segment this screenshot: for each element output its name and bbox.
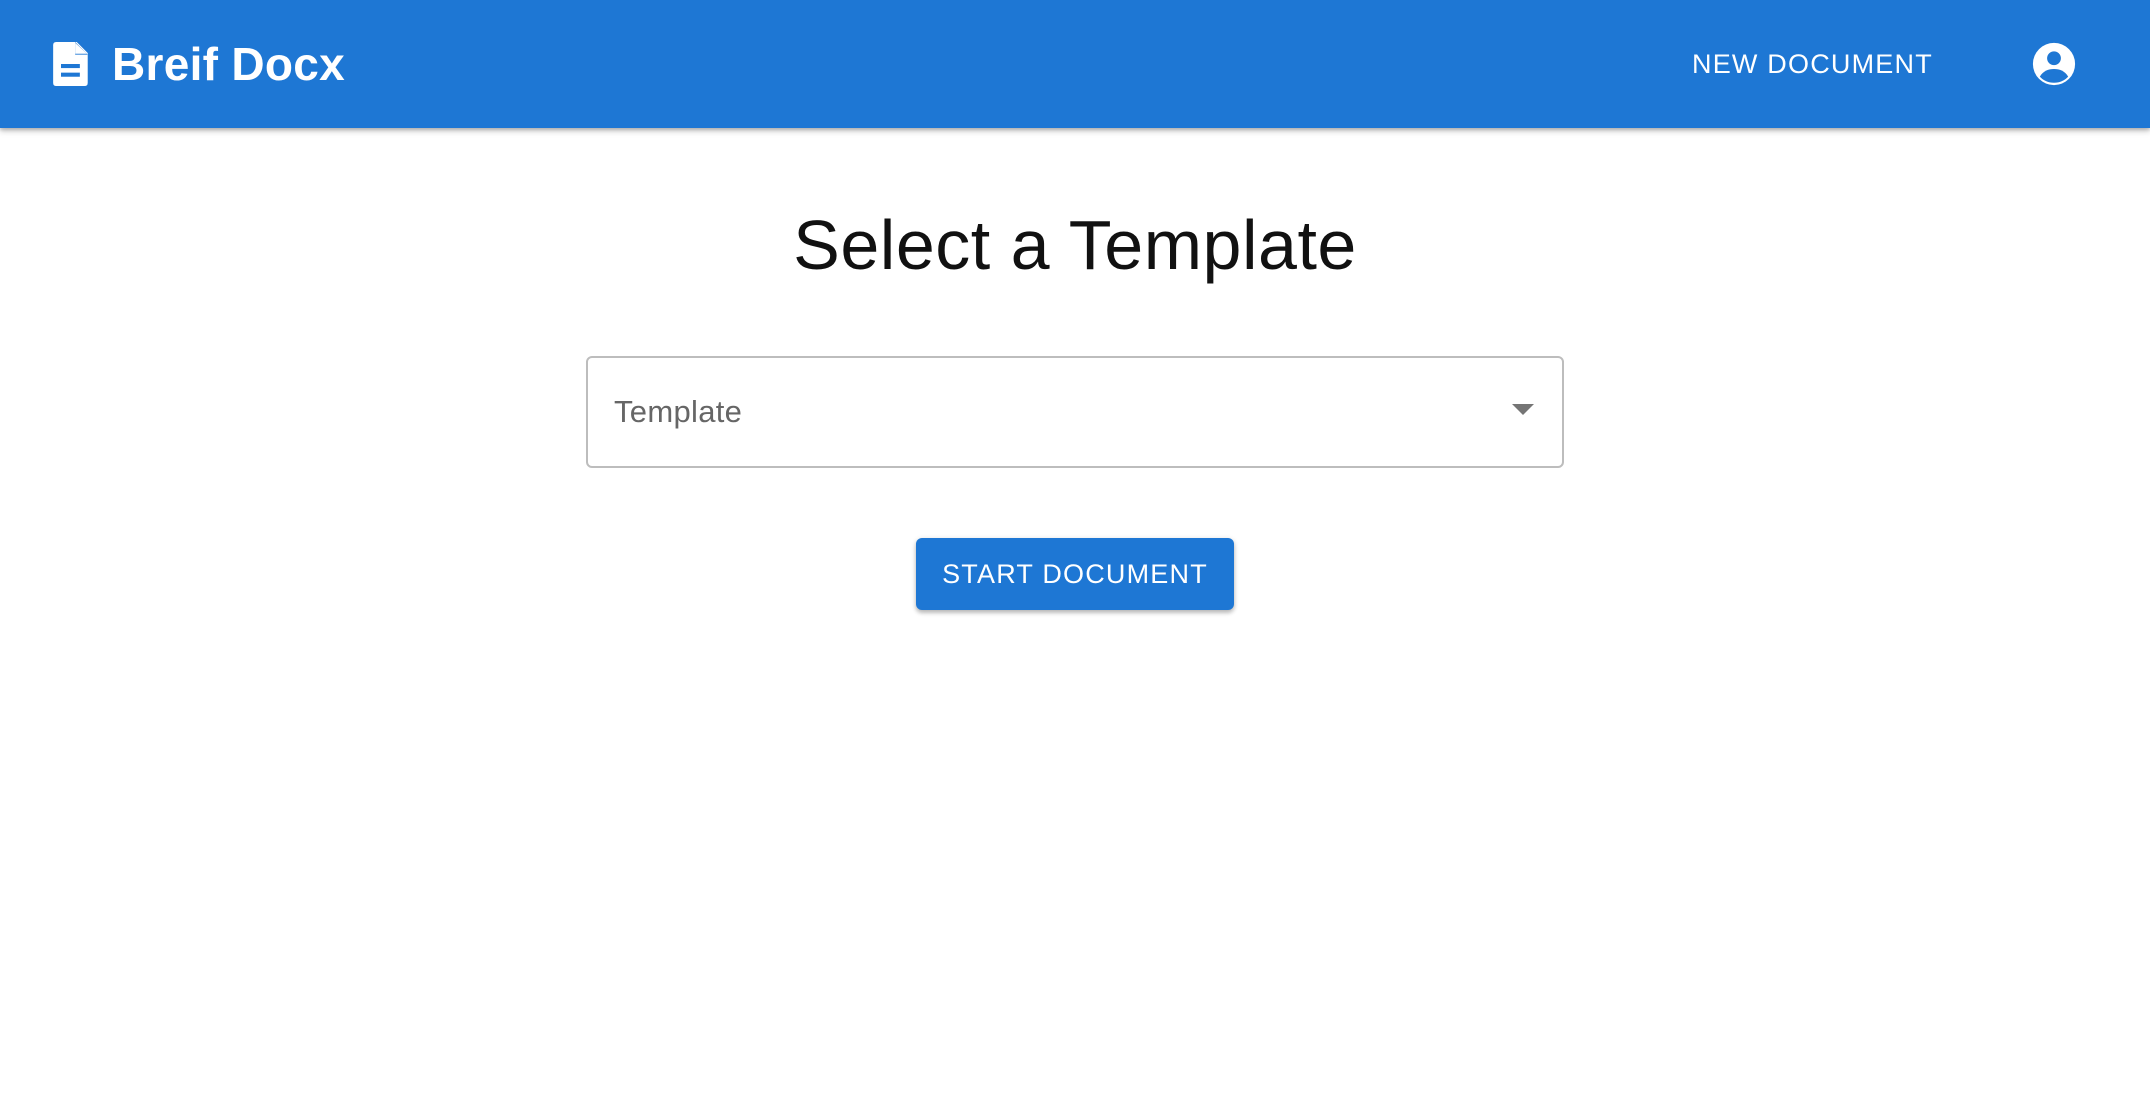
document-icon	[53, 42, 88, 86]
template-select[interactable]: Template	[586, 356, 1564, 468]
start-document-button[interactable]: START DOCUMENT	[916, 538, 1234, 610]
brand[interactable]: Breif Docx	[52, 0, 345, 128]
app-title: Breif Docx	[112, 38, 346, 90]
page-title: Select a Template	[793, 206, 1357, 284]
dropdown-arrow-icon	[1512, 404, 1534, 415]
app-bar: Breif Docx NEW DOCUMENT	[0, 0, 2150, 128]
account-circle-icon	[2032, 42, 2076, 86]
template-select-label: Template	[614, 394, 743, 429]
account-button[interactable]	[2026, 36, 2082, 92]
new-document-button[interactable]: NEW DOCUMENT	[1680, 38, 1945, 90]
